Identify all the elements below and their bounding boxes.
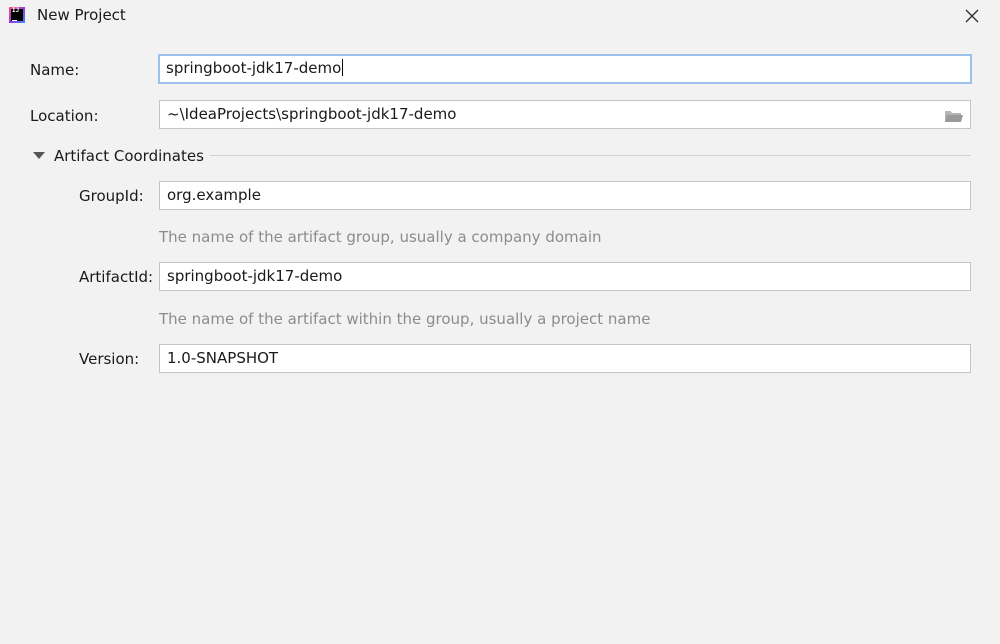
folder-icon[interactable] bbox=[944, 108, 964, 124]
collapse-arrow-icon[interactable] bbox=[33, 152, 45, 159]
groupid-value: org.example bbox=[167, 186, 261, 204]
groupid-label: GroupId: bbox=[79, 187, 144, 205]
groupid-field[interactable]: org.example bbox=[159, 181, 971, 210]
name-field[interactable]: springboot-jdk17-demo bbox=[158, 54, 972, 84]
name-label: Name: bbox=[30, 61, 80, 79]
artifactid-label: ArtifactId: bbox=[79, 268, 154, 286]
location-value: ~\IdeaProjects\springboot-jdk17-demo bbox=[167, 105, 457, 123]
text-caret bbox=[342, 59, 344, 76]
version-value: 1.0-SNAPSHOT bbox=[167, 349, 279, 367]
artifact-coordinates-title[interactable]: Artifact Coordinates bbox=[54, 146, 204, 166]
groupid-hint: The name of the artifact group, usually … bbox=[159, 228, 602, 246]
version-label: Version: bbox=[79, 350, 140, 368]
artifactid-field[interactable]: springboot-jdk17-demo bbox=[159, 262, 971, 291]
window-title: New Project bbox=[37, 6, 126, 24]
intellij-idea-icon: IJ bbox=[9, 7, 25, 23]
artifactid-value: springboot-jdk17-demo bbox=[167, 267, 343, 285]
name-value: springboot-jdk17-demo bbox=[166, 59, 342, 77]
artifactid-hint: The name of the artifact within the grou… bbox=[159, 310, 651, 328]
version-field[interactable]: 1.0-SNAPSHOT bbox=[159, 344, 971, 373]
app-icon-text: IJ bbox=[12, 7, 20, 14]
close-button[interactable] bbox=[958, 2, 986, 30]
section-divider bbox=[210, 155, 971, 156]
location-field[interactable]: ~\IdeaProjects\springboot-jdk17-demo bbox=[159, 100, 971, 129]
title-bar: IJ New Project bbox=[0, 0, 1000, 32]
close-icon bbox=[965, 9, 979, 23]
location-label: Location: bbox=[30, 107, 99, 125]
